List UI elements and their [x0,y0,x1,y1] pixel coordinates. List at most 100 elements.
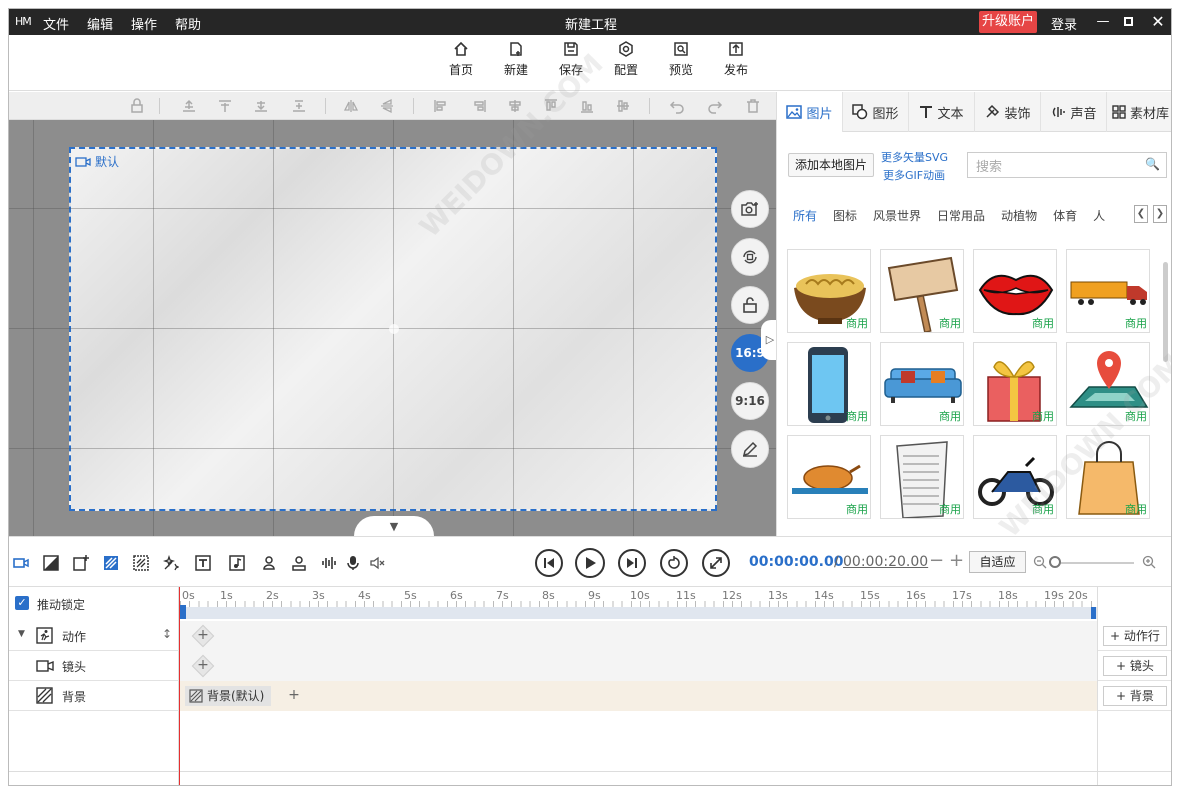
zoom-slider-track[interactable] [1054,562,1134,564]
zoom-out-icon[interactable] [1033,555,1047,569]
asset-truck[interactable]: 商用 [1066,249,1150,333]
align-center-h-icon[interactable] [507,98,523,114]
snapshot-button[interactable] [731,190,769,228]
canvas-area[interactable]: 默认 16:9 9:16 ▷ ▼ [9,120,776,536]
track-area-camera[interactable]: + [180,651,1097,681]
asset-roast-chicken[interactable]: 商用 [787,435,871,519]
align-top-icon[interactable] [543,98,559,114]
category-next-icon[interactable]: ❯ [1153,205,1167,223]
upgrade-button[interactable]: 升级账户 [979,11,1037,33]
asset-scrollbar[interactable] [1163,262,1168,362]
flip-horizontal-icon[interactable] [343,98,359,114]
minus-icon[interactable]: − [929,550,944,571]
redo-icon[interactable] [707,98,723,114]
delete-icon[interactable] [745,98,761,114]
background-clip[interactable]: 背景(默认) [185,686,271,706]
play-button[interactable] [575,548,605,578]
panel-collapse-handle[interactable]: ▷ [761,320,776,360]
add-action-row-button[interactable]: + 动作行 [1103,626,1167,646]
menu-file[interactable]: 文件 [43,14,69,33]
plus-icon[interactable]: + [195,657,211,673]
asset-lips[interactable]: 商用 [973,249,1057,333]
asset-paper-stack[interactable]: 商用 [880,435,964,519]
track-area-action[interactable]: + [180,621,1097,651]
add-background-button[interactable]: + 背景 [1103,686,1167,706]
fullscreen-button[interactable] [702,549,730,577]
time-ruler[interactable]: 0s 1s 2s 3s 4s 5s 6s 7s 8s 9s 10s 11s 12… [180,587,1097,621]
send-down-icon[interactable] [253,98,269,114]
bring-up-icon[interactable] [181,98,197,114]
category-animals-plants[interactable]: 动植物 [1001,207,1037,224]
publish-button[interactable]: 发布 [711,41,761,78]
time-range-bar[interactable] [180,607,1097,619]
skip-start-button[interactable] [535,549,563,577]
maximize-icon[interactable] [1117,12,1139,32]
edit-button[interactable] [731,430,769,468]
text-box-icon[interactable] [195,555,211,571]
tab-library[interactable]: 素材库 [1107,92,1171,132]
asset-wooden-sign[interactable]: 商用 [880,249,964,333]
expand-triangle-icon[interactable]: ▼ [18,629,25,639]
new-button[interactable]: 新建 [491,41,541,78]
person-icon[interactable] [261,555,277,571]
plus-icon[interactable]: + [195,627,211,643]
asset-map-pin[interactable]: 商用 [1066,342,1150,426]
lock-icon[interactable] [129,98,145,114]
avatar-icon[interactable] [291,555,307,571]
login-button[interactable]: 登录 [1051,14,1077,33]
skip-end-button[interactable] [618,549,646,577]
music-icon[interactable] [229,555,245,571]
range-end-handle[interactable] [1091,607,1096,619]
zoom-in-icon[interactable] [1142,555,1156,569]
category-icons[interactable]: 图标 [833,207,857,224]
search-input[interactable]: 搜索 🔍 [967,152,1167,178]
rotate-button[interactable] [731,238,769,276]
undo-icon[interactable] [669,98,685,114]
more-svg-link[interactable]: 更多矢量SVG [881,149,948,165]
microphone-icon[interactable] [345,555,361,571]
stripes-icon[interactable] [103,555,119,571]
search-icon[interactable]: 🔍 [1145,157,1160,171]
tab-decor[interactable]: 装饰 [975,92,1041,132]
add-camera-button[interactable]: + 镜头 [1103,656,1167,676]
audio-wave-icon[interactable] [321,555,337,571]
preview-button[interactable]: 预览 [656,41,706,78]
tab-image[interactable]: 图片 [777,92,843,132]
category-sports[interactable]: 体育 [1053,207,1077,224]
bring-top-icon[interactable] [217,98,233,114]
category-all[interactable]: 所有 [793,207,817,224]
asset-noodles[interactable]: 商用 [787,249,871,333]
camera-icon[interactable] [13,555,29,571]
flip-vertical-icon[interactable] [379,98,395,114]
category-people[interactable]: 人 [1093,207,1105,224]
align-right-icon[interactable] [471,98,487,114]
send-bottom-icon[interactable] [291,98,307,114]
align-left-icon[interactable] [433,98,449,114]
more-gif-link[interactable]: 更多GIF动画 [883,167,945,183]
add-local-image-button[interactable]: 添加本地图片 [788,153,874,177]
track-area-background[interactable]: 背景(默认) + [180,681,1097,711]
mosaic-icon[interactable] [133,555,149,571]
sort-icon[interactable]: ↕ [162,627,172,641]
home-button[interactable]: 首页 [436,41,486,78]
timeline-toggle[interactable]: ▼ [354,516,434,536]
minimize-icon[interactable]: — [1092,12,1114,32]
total-time[interactable]: 00:00:20.00 [843,554,928,570]
close-icon[interactable]: ✕ [1147,12,1169,32]
tab-text[interactable]: 文本 [909,92,975,132]
category-daily[interactable]: 日常用品 [937,207,985,224]
mute-icon[interactable] [369,555,385,571]
category-prev-icon[interactable]: ❮ [1134,205,1148,223]
menu-operate[interactable]: 操作 [131,14,157,33]
asset-sofa[interactable]: 商用 [880,342,964,426]
asset-phone[interactable]: 商用 [787,342,871,426]
fit-button[interactable]: 自适应 [969,551,1026,573]
asset-gift[interactable]: 商用 [973,342,1057,426]
align-middle-v-icon[interactable] [615,98,631,114]
unlock-button[interactable] [731,286,769,324]
zoom-slider-knob[interactable] [1049,556,1061,568]
tab-sound[interactable]: 声音 [1041,92,1107,132]
background-icon[interactable] [43,555,59,571]
settings-button[interactable]: 配置 [601,41,651,78]
replay-button[interactable] [660,549,688,577]
